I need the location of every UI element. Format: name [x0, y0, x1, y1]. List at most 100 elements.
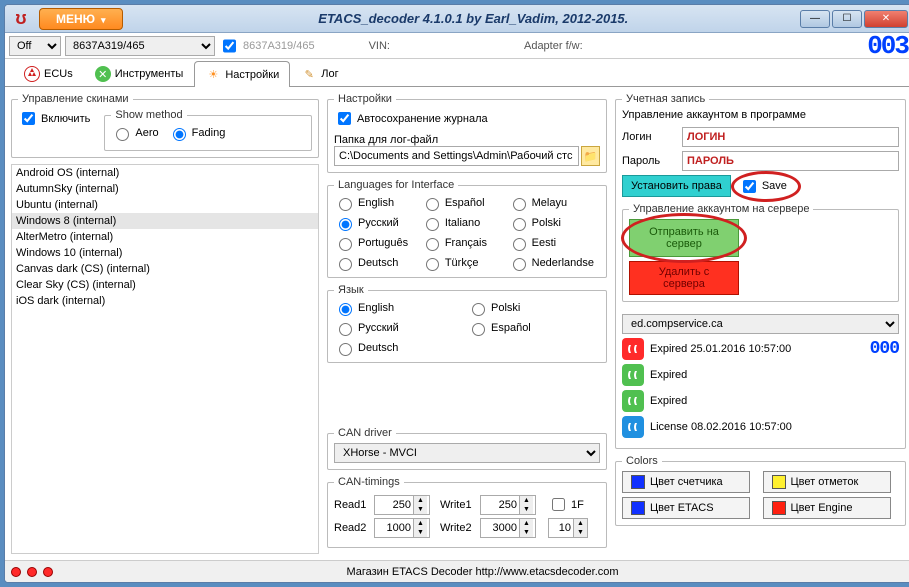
lang-radio[interactable]: English — [334, 195, 415, 211]
service-icon — [622, 416, 644, 438]
tools-icon: ✕ — [95, 66, 111, 82]
show-fading-radio[interactable]: Fading — [168, 125, 226, 141]
license-row: License 08.02.2016 10:57:00 — [622, 416, 899, 438]
log-folder-input[interactable] — [334, 146, 579, 166]
model-check[interactable] — [223, 36, 236, 56]
show-aero-radio[interactable]: Aero — [111, 125, 158, 141]
autosave-cb[interactable]: Автосохранение журнала — [334, 109, 488, 128]
ten-spinner[interactable]: ▲▼ — [548, 518, 588, 538]
account-group: Учетная запись Управление аккаунтом в пр… — [615, 93, 906, 449]
skins-group: Управление скинами Включить Show method … — [11, 93, 319, 158]
lang-radio[interactable]: Русский — [334, 215, 415, 231]
list-item[interactable]: AutumnSky (internal) — [12, 181, 318, 197]
license-row: Expired 25.01.2016 10:57:00000 — [622, 338, 899, 360]
browse-folder-button[interactable]: 📁 — [581, 146, 600, 166]
menu-button[interactable]: МЕНЮ — [39, 8, 123, 30]
tab-tools[interactable]: ✕Инструменты — [84, 61, 195, 86]
account-mgmt-label: Управление аккаунтом в программе — [622, 109, 899, 121]
minimize-button[interactable]: — — [800, 10, 830, 28]
lang-radio[interactable]: Nederlandse — [508, 255, 594, 271]
status-text: Магазин ETACS Decoder http://www.etacsde… — [59, 566, 906, 578]
service-icon — [622, 338, 644, 360]
save-circled: Save — [739, 177, 793, 196]
lang-radio[interactable]: Русский — [334, 320, 461, 336]
write1-spinner[interactable]: ▲▼ — [480, 495, 536, 515]
off-select[interactable]: Off — [9, 36, 61, 56]
list-item[interactable]: iOS dark (internal) — [12, 293, 318, 309]
model-select[interactable]: 8637A319/465 — [65, 36, 215, 56]
adapter-label: Adapter f/w: — [524, 40, 583, 52]
list-item[interactable]: Android OS (internal) — [12, 165, 318, 181]
status-led-1 — [11, 567, 21, 577]
lang-group: Язык EnglishPolskiРусскийEspañolDeutsch — [327, 284, 607, 363]
read2-spinner[interactable]: ▲▼ — [374, 518, 430, 538]
server-select[interactable]: ed.compservice.ca — [622, 314, 899, 334]
onef-cb[interactable]: 1F — [548, 495, 584, 514]
list-item[interactable]: Canvas dark (CS) (internal) — [12, 261, 318, 277]
lang-radio[interactable]: Deutsch — [334, 340, 461, 356]
list-item[interactable]: Clear Sky (CS) (internal) — [12, 277, 318, 293]
lang-radio[interactable]: Deutsch — [334, 255, 415, 271]
save-cb[interactable]: Save — [739, 177, 787, 196]
tab-ecus[interactable]: ECUs — [13, 61, 84, 86]
list-item[interactable]: Windows 8 (internal) — [12, 213, 318, 229]
password-input[interactable] — [682, 151, 899, 171]
lang-radio[interactable] — [467, 340, 594, 356]
counter-display: 003 — [848, 31, 908, 61]
color-marks-button[interactable]: Цвет отметок — [763, 471, 891, 493]
color-etacs-button[interactable]: Цвет ETACS — [622, 497, 750, 519]
gear-icon: ☀ — [205, 67, 221, 83]
maximize-button[interactable]: ☐ — [832, 10, 862, 28]
mitsubishi-icon — [24, 66, 40, 82]
lang-radio[interactable]: Eesti — [508, 235, 594, 251]
log-folder-label: Папка для лог-файл — [334, 134, 600, 146]
set-rights-button[interactable]: Установить права — [622, 175, 731, 197]
list-item[interactable]: AlterMetro (internal) — [12, 229, 318, 245]
title-bar: ʊ МЕНЮ ETACS_decoder 4.1.0.1 by Earl_Vad… — [5, 5, 909, 33]
lang-radio[interactable]: English — [334, 300, 461, 316]
vin-label: VIN: — [369, 40, 390, 52]
list-item[interactable]: Windows 10 (internal) — [12, 245, 318, 261]
list-item[interactable]: Ubuntu (internal) — [12, 197, 318, 213]
colors-group: Colors Цвет счетчика Цвет отметок Цвет E… — [615, 455, 906, 526]
status-led-2 — [27, 567, 37, 577]
skins-list[interactable]: Android OS (internal)AutumnSky (internal… — [11, 164, 319, 554]
login-input[interactable] — [682, 127, 899, 147]
log-icon: ✎ — [301, 66, 317, 82]
top-toolbar: Off 8637A319/465 8637A319/465 VIN: Adapt… — [5, 33, 909, 59]
can-driver-group: CAN driver XHorse - MVCI — [327, 427, 607, 470]
can-timings-group: CAN-timings Read1▲▼Write1▲▼ Read2▲▼Write… — [327, 476, 607, 548]
app-window: ʊ МЕНЮ ETACS_decoder 4.1.0.1 by Earl_Vad… — [4, 4, 909, 583]
skins-enable-cb[interactable]: Включить — [18, 109, 90, 128]
status-bar: Магазин ETACS Decoder http://www.etacsde… — [5, 560, 909, 582]
lang-radio[interactable]: Türkçe — [421, 255, 502, 271]
license-row: Expired — [622, 364, 899, 386]
lang-interface-group: Languages for Interface EnglishEspañolMe… — [327, 179, 607, 278]
server-mgmt-group: Управление аккаунтом на сервере Отправит… — [622, 203, 899, 302]
tab-bar: ECUs ✕Инструменты ☀Настройки ✎Лог — [5, 59, 909, 87]
status-led-3 — [43, 567, 53, 577]
read1-spinner[interactable]: ▲▼ — [374, 495, 430, 515]
lang-radio[interactable]: Polski — [467, 300, 594, 316]
main-body: Управление скинами Включить Show method … — [5, 87, 909, 560]
write2-spinner[interactable]: ▲▼ — [480, 518, 536, 538]
close-button[interactable]: ✕ — [864, 10, 908, 28]
send-server-button[interactable]: Отправить на сервер — [629, 219, 739, 257]
lang-radio[interactable]: Polski — [508, 215, 594, 231]
settings-group: Настройки Автосохранение журнала Папка д… — [327, 93, 607, 173]
can-driver-select[interactable]: XHorse - MVCI — [334, 443, 600, 463]
lang-radio[interactable]: Italiano — [421, 215, 502, 231]
folder-icon: 📁 — [584, 150, 598, 163]
color-counter-button[interactable]: Цвет счетчика — [622, 471, 750, 493]
lang-radio[interactable]: Melayu — [508, 195, 594, 211]
lang-radio[interactable]: Español — [467, 320, 594, 336]
lang-radio[interactable]: Français — [421, 235, 502, 251]
lang-radio[interactable]: Español — [421, 195, 502, 211]
tab-settings[interactable]: ☀Настройки — [194, 61, 290, 87]
lang-radio[interactable]: Português — [334, 235, 415, 251]
tab-log[interactable]: ✎Лог — [290, 61, 349, 86]
send-circled: Отправить на сервер — [629, 219, 739, 257]
delete-server-button[interactable]: Удалить с сервера — [629, 261, 739, 295]
window-title: ETACS_decoder 4.1.0.1 by Earl_Vadim, 201… — [147, 11, 800, 26]
color-engine-button[interactable]: Цвет Engine — [763, 497, 891, 519]
